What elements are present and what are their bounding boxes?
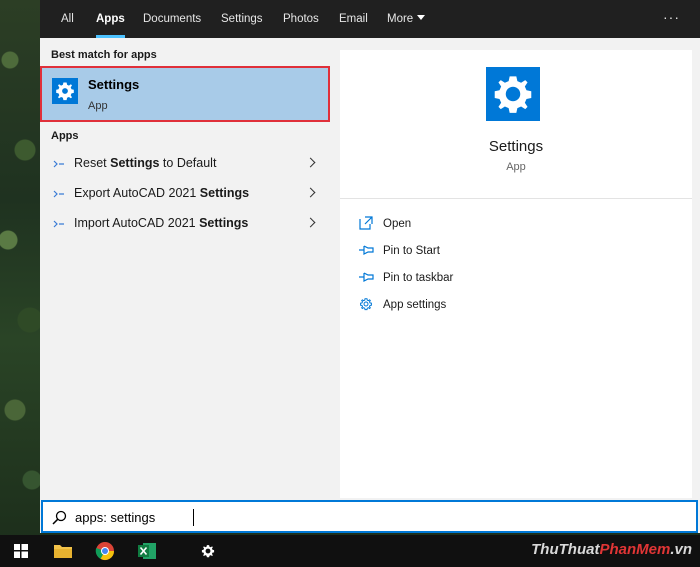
apps-heading: Apps (51, 130, 79, 142)
best-match-title: Settings (88, 77, 140, 92)
list-item[interactable]: Export AutoCAD 2021 Settings (40, 179, 332, 209)
excel-icon (138, 543, 156, 559)
app-shortcut-icon (53, 160, 64, 168)
chevron-right-icon[interactable] (305, 217, 316, 228)
tab-settings[interactable]: Settings (221, 0, 263, 38)
app-settings-label: App settings (383, 299, 447, 311)
taskbar: ThuThuatPhanMem.vn (0, 535, 700, 567)
caret-down-icon (417, 15, 426, 20)
chevron-right-icon[interactable] (305, 157, 316, 168)
chevron-right-icon[interactable] (305, 187, 316, 198)
tab-photos[interactable]: Photos (283, 0, 319, 38)
list-item[interactable]: Import AutoCAD 2021 Settings (40, 209, 332, 239)
preview-title: Settings (488, 138, 544, 155)
best-match-heading: Best match for apps (51, 49, 157, 61)
gear-icon (486, 67, 540, 121)
tab-more-label: More (387, 13, 414, 25)
pin-to-taskbar-label: Pin to taskbar (383, 272, 454, 284)
pin-to-taskbar-action[interactable]: Pin to taskbar (358, 269, 658, 289)
tab-more[interactable]: More (387, 0, 426, 38)
app-settings-action[interactable]: App settings (358, 296, 658, 316)
file-explorer-button[interactable] (42, 535, 82, 567)
best-match-subtitle: App (88, 100, 108, 112)
tab-all[interactable]: All (61, 0, 74, 38)
tab-apps[interactable]: Apps (96, 0, 125, 38)
chrome-icon (95, 542, 114, 561)
open-action[interactable]: Open (358, 215, 658, 235)
search-pane: All Apps Documents Settings Photos Email… (40, 0, 700, 533)
folder-icon (54, 545, 72, 558)
pin-to-start-label: Pin to Start (383, 245, 440, 257)
gear-icon (52, 78, 78, 104)
open-icon (359, 216, 373, 230)
tab-documents[interactable]: Documents (143, 0, 201, 38)
start-button[interactable] (0, 535, 40, 567)
search-scope-tabs: All Apps Documents Settings Photos Email… (40, 0, 700, 38)
pin-icon (359, 245, 374, 255)
divider (340, 198, 692, 199)
chrome-button[interactable] (84, 535, 124, 567)
open-label: Open (383, 218, 412, 230)
gear-icon (360, 298, 372, 311)
text-caret (193, 509, 194, 526)
list-item-label: Reset Settings to Default (74, 156, 217, 170)
search-box[interactable] (41, 500, 698, 533)
search-input[interactable] (75, 506, 675, 528)
app-shortcut-icon (53, 220, 64, 228)
results-list: Best match for apps Settings App Apps Re… (40, 38, 332, 500)
best-match-settings[interactable]: Settings App (40, 66, 330, 122)
pin-to-start-action[interactable]: Pin to Start (358, 242, 658, 262)
gear-icon (201, 545, 215, 558)
search-icon (52, 510, 67, 525)
settings-taskbar-button[interactable] (188, 535, 228, 567)
preview-subtitle: App (506, 161, 526, 173)
pin-icon (359, 272, 374, 282)
app-shortcut-icon (53, 190, 64, 198)
ellipsis-icon[interactable]: ··· (663, 0, 680, 38)
preview-panel: Settings App Open Pin to Start Pin to ta… (340, 50, 692, 498)
watermark-logo: ThuThuatPhanMem.vn (531, 541, 692, 558)
windows-logo-icon (14, 544, 28, 558)
list-item-label: Import AutoCAD 2021 Settings (74, 216, 249, 230)
excel-button[interactable] (126, 535, 166, 567)
tab-email[interactable]: Email (339, 0, 368, 38)
list-item[interactable]: Reset Settings to Default (40, 149, 332, 179)
list-item-label: Export AutoCAD 2021 Settings (74, 186, 250, 200)
